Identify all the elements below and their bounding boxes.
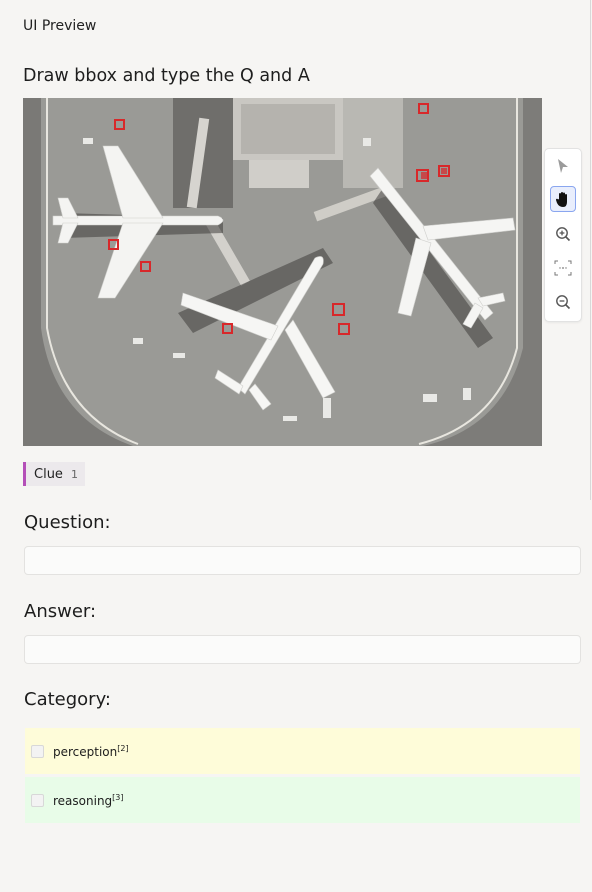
- question-label: Question:: [24, 512, 111, 533]
- category-option-perception[interactable]: perception[2]: [25, 728, 580, 774]
- zoom-in-icon: [556, 227, 571, 242]
- reasoning-hotkey: [3]: [112, 792, 124, 802]
- preview-title: UI Preview: [23, 18, 97, 34]
- clue-tag[interactable]: Clue 1: [23, 462, 85, 486]
- answer-input[interactable]: [24, 635, 581, 664]
- task-heading: Draw bbox and type the Q and A: [23, 66, 310, 86]
- perception-option-text: perception[2]: [53, 744, 129, 759]
- clue-label: Clue: [34, 466, 63, 482]
- zoom-out-button[interactable]: [550, 289, 576, 315]
- zoom-out-icon: [556, 295, 571, 310]
- reasoning-option-text: reasoning[3]: [53, 793, 124, 808]
- fit-screen-icon: [554, 260, 572, 276]
- hand-tool-button[interactable]: [550, 186, 576, 212]
- perception-hotkey: [2]: [117, 743, 129, 753]
- airport-aerial-photo: [23, 98, 542, 446]
- reasoning-label: reasoning: [53, 793, 113, 808]
- hand-icon: [555, 191, 567, 207]
- zoom-in-button[interactable]: [550, 221, 576, 247]
- perception-checkbox[interactable]: [31, 744, 44, 758]
- pointer-icon: [558, 159, 568, 173]
- annotation-image[interactable]: [23, 98, 542, 446]
- answer-label: Answer:: [24, 601, 97, 622]
- category-option-reasoning[interactable]: reasoning[3]: [25, 777, 580, 823]
- question-input[interactable]: [24, 546, 581, 575]
- perception-label: perception: [53, 744, 118, 759]
- fit-screen-button[interactable]: [550, 255, 576, 281]
- reasoning-checkbox[interactable]: [31, 793, 44, 807]
- category-label: Category:: [24, 689, 111, 710]
- pointer-tool-button[interactable]: [550, 153, 576, 179]
- image-toolbar: [544, 148, 582, 322]
- panel-divider: [590, 0, 591, 500]
- clue-count: 1: [70, 467, 78, 481]
